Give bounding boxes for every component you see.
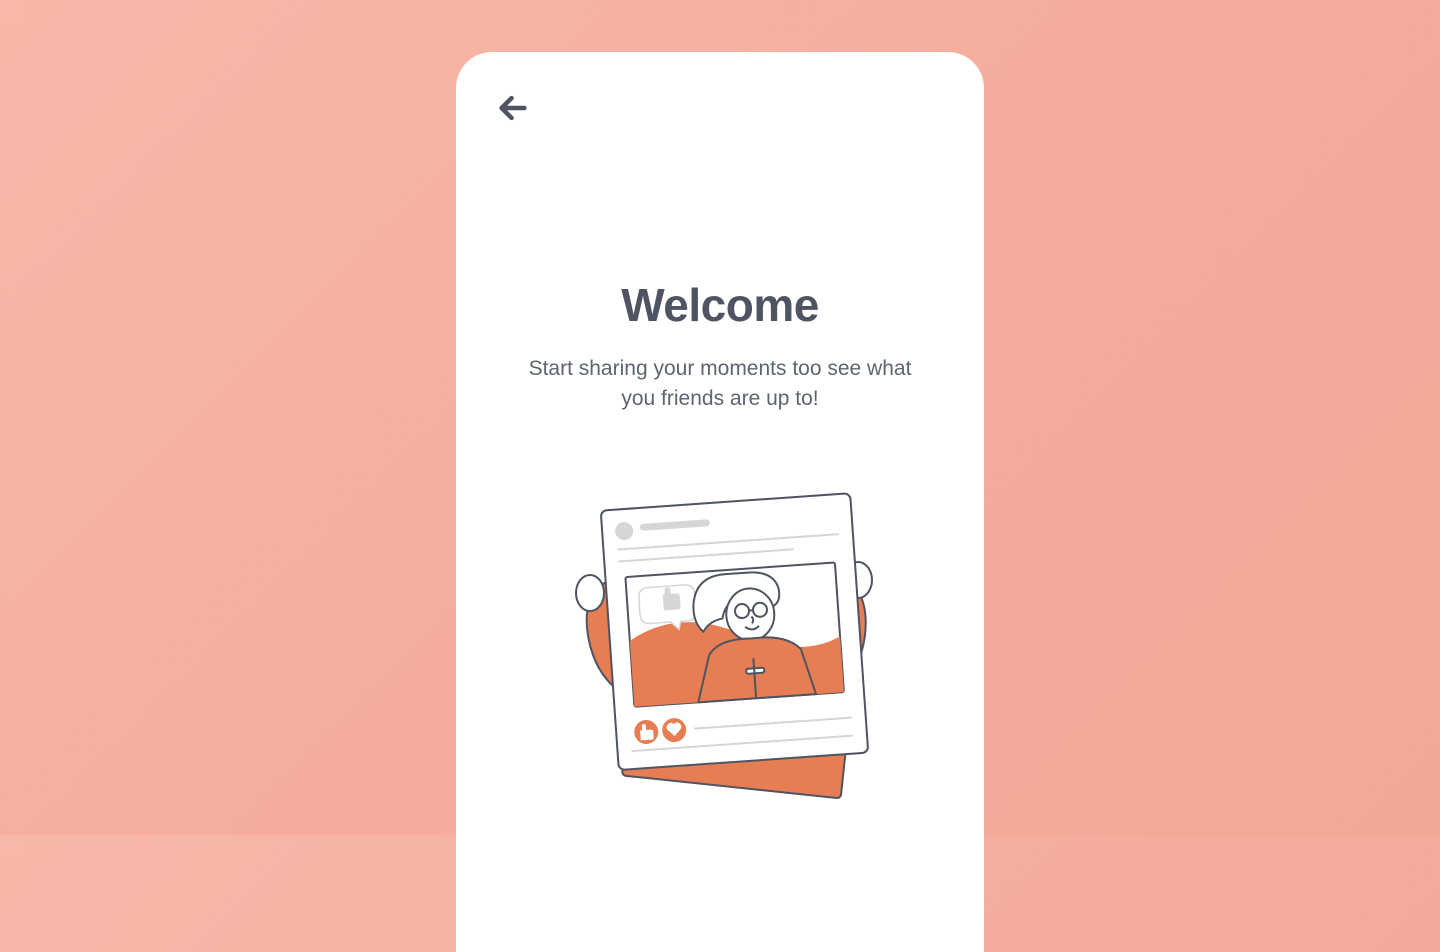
welcome-illustration <box>496 475 944 805</box>
back-button[interactable] <box>496 92 532 128</box>
arrow-left-icon <box>496 91 530 130</box>
page-title: Welcome <box>496 278 944 332</box>
onboarding-card: Welcome Start sharing your moments too s… <box>456 52 984 952</box>
onboarding-content: Welcome Start sharing your moments too s… <box>496 278 944 805</box>
page-subtitle: Start sharing your moments too see what … <box>496 354 944 415</box>
